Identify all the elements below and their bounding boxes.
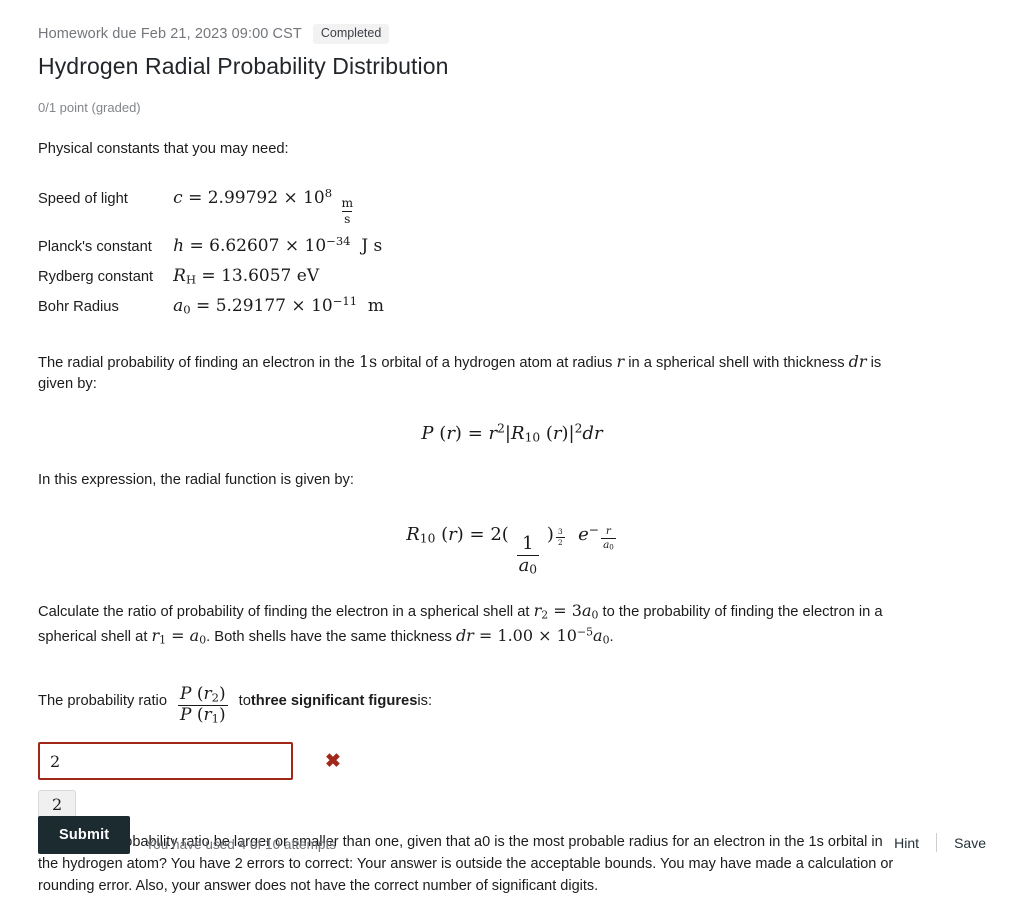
answer-prompt-a: The probability ratio: [38, 692, 167, 709]
dr-expression: dr = 1.00 × 10−5a0: [455, 625, 610, 647]
calc-text-d: .: [609, 628, 614, 645]
constant-label: Planck's constant: [38, 238, 152, 255]
constant-label: Speed of light: [38, 191, 128, 208]
due-date-text: Homework due Feb 21, 2023 09:00 CST: [38, 26, 302, 42]
problem-paragraph-3: Calculate the ratio of probability of fi…: [38, 599, 913, 648]
physical-constants-table: Speed of light c = 2.99792 × 108 ms Plan…: [38, 186, 385, 326]
probability-ratio-fraction: P (r2) P (r1): [178, 684, 228, 726]
answer-prompt-b: to: [238, 692, 251, 709]
problem-paragraph-2: In this expression, the radial function …: [38, 471, 354, 488]
attempts-text: You have used 4 of 10 attempts: [145, 837, 337, 852]
radius-symbol: r: [616, 351, 625, 371]
constant-value: h = 6.62607 × 10−34 J s: [173, 233, 383, 256]
table-row: Planck's constant h = 6.62607 × 10−34 J …: [38, 233, 384, 266]
answer-input-row: ✖: [38, 742, 986, 781]
constant-label: Bohr Radius: [38, 298, 119, 315]
page-title: Hydrogen Radial Probability Distribution: [38, 53, 449, 79]
equation-radial-function: R10 (r) = 2( 1 a0 ) 32 e− r a0: [406, 522, 616, 577]
problem-text-c: in a spherical shell with thickness: [624, 354, 849, 371]
incorrect-icon: ✖: [325, 750, 341, 772]
r1-expression: r1 = a0: [151, 625, 207, 647]
answer-prompt: The probability ratio P (r2) P (r1) to t…: [38, 676, 986, 725]
hint-button[interactable]: Hint: [877, 835, 936, 851]
problem-paragraph-1: The radial probability of finding an ele…: [38, 350, 913, 396]
problem-page: Homework due Feb 21, 2023 09:00 CST Comp…: [0, 0, 1024, 894]
table-row: Rydberg constant RH = 13.6057 eV: [38, 266, 384, 296]
footer-actions: Hint Save: [877, 833, 986, 852]
constant-label: Rydberg constant: [38, 268, 154, 285]
table-row: Speed of light c = 2.99792 × 108 ms: [38, 186, 384, 236]
status-badge: Completed: [312, 24, 390, 44]
table-row: Bohr Radius a0 = 5.29177 × 10−11 m: [38, 293, 385, 326]
thickness-symbol: dr: [848, 351, 867, 371]
r2-expression: r2 = 3a0: [533, 601, 599, 622]
calc-text-a: Calculate the ratio of probability of fi…: [38, 604, 534, 621]
constant-value: RH = 13.6057 eV: [173, 265, 320, 287]
answer-prompt-c: is:: [417, 692, 433, 709]
constant-value: a0 = 5.29177 × 10−11 m: [173, 293, 385, 317]
save-button[interactable]: Save: [937, 835, 986, 851]
calc-text-c: . Both shells have the same thickness: [206, 628, 456, 645]
constants-heading: Physical constants that you may need:: [38, 140, 289, 157]
problem-text-b: orbital of a hydrogen atom at radius: [377, 354, 617, 371]
constant-value: c = 2.99792 × 108 ms: [173, 186, 354, 226]
orbital-label: 1s: [358, 351, 378, 371]
submit-button[interactable]: Submit: [38, 816, 131, 854]
answer-input[interactable]: [38, 742, 293, 781]
action-bar: Submit You have used 4 of 10 attempts Hi…: [38, 816, 986, 854]
equation-radial-probability: P (r) = r2|R10 (r)|2dr: [421, 421, 603, 445]
points-label: 0/1 point (graded): [38, 99, 141, 115]
due-row: Homework due Feb 21, 2023 09:00 CST Comp…: [38, 24, 986, 44]
problem-text-a: The radial probability of finding an ele…: [38, 354, 359, 371]
answer-prompt-emphasis: three significant figures: [250, 692, 418, 709]
